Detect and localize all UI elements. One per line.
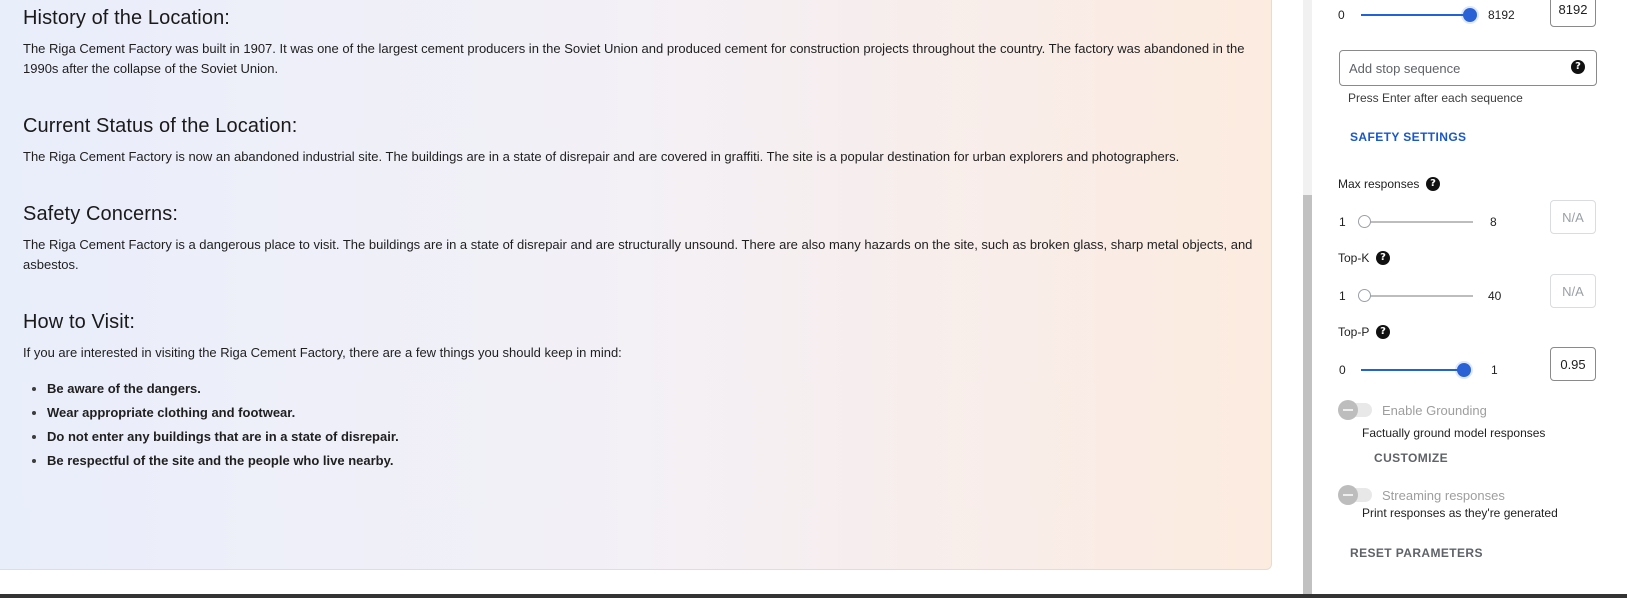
output-length-slider-thumb[interactable] xyxy=(1463,8,1477,22)
top-p-label: Top-P xyxy=(1338,325,1370,339)
top-k-slider-thumb[interactable] xyxy=(1358,289,1371,302)
max-responses-min: 1 xyxy=(1339,215,1346,229)
max-responses-value-box[interactable]: N/A xyxy=(1550,200,1596,234)
scrollbar-thumb[interactable] xyxy=(1303,195,1312,595)
current-status-text: The Riga Cement Factory is now an abando… xyxy=(23,149,1180,164)
top-p-slider-fill xyxy=(1361,369,1464,371)
bottom-bar xyxy=(0,594,1627,598)
streaming-toggle-knob[interactable] xyxy=(1338,485,1358,505)
help-icon[interactable]: ? xyxy=(1376,325,1390,339)
max-responses-slider-track[interactable] xyxy=(1361,221,1473,223)
history-section: History of the Location: The Riga Cement… xyxy=(23,7,1253,79)
help-icon[interactable]: ? xyxy=(1376,251,1390,265)
top-k-slider-track[interactable] xyxy=(1361,295,1473,297)
top-p-value-box[interactable]: 0.95 xyxy=(1550,347,1596,381)
current-status-section: Current Status of the Location: The Riga… xyxy=(23,115,1253,167)
list-item: Do not enter any buildings that are in a… xyxy=(23,425,1253,449)
reset-parameters-button[interactable]: RESET PARAMETERS xyxy=(1350,546,1483,560)
help-icon[interactable]: ? xyxy=(1571,60,1585,74)
output-length-slider-fill xyxy=(1361,14,1469,16)
output-length-value-box[interactable]: 8192 xyxy=(1550,0,1596,27)
top-k-label: Top-K xyxy=(1338,251,1370,265)
top-k-value-box[interactable]: N/A xyxy=(1550,274,1596,308)
grounding-toggle-knob[interactable] xyxy=(1338,400,1358,420)
grounding-description: Factually ground model responses xyxy=(1362,426,1546,440)
how-to-visit-text: If you are interested in visiting the Ri… xyxy=(23,345,622,360)
safety-concerns-section: Safety Concerns: The Riga Cement Factory… xyxy=(23,203,1253,275)
grounding-label: Enable Grounding xyxy=(1382,403,1487,418)
list-item: Wear appropriate clothing and footwear. xyxy=(23,401,1253,425)
list-item: Be respectful of the site and the people… xyxy=(23,449,1253,473)
current-status-heading: Current Status of the Location: xyxy=(23,115,298,137)
list-item: Be aware of the dangers. xyxy=(23,377,1253,401)
customize-button[interactable]: CUSTOMIZE xyxy=(1374,451,1448,465)
top-p-slider-thumb[interactable] xyxy=(1457,363,1471,377)
top-k-max: 40 xyxy=(1488,289,1502,303)
help-icon[interactable]: ? xyxy=(1426,177,1440,191)
streaming-description: Print responses as they're generated xyxy=(1362,506,1558,520)
safety-concerns-heading: Safety Concerns: xyxy=(23,203,179,225)
stop-sequence-input[interactable] xyxy=(1339,50,1597,86)
history-text: The Riga Cement Factory was built in 190… xyxy=(23,41,1245,76)
max-responses-label: Max responses xyxy=(1338,177,1420,191)
safety-concerns-text: The Riga Cement Factory is a dangerous p… xyxy=(23,237,1253,272)
streaming-label: Streaming responses xyxy=(1382,488,1505,503)
stop-sequence-hint: Press Enter after each sequence xyxy=(1348,91,1523,105)
top-k-min: 1 xyxy=(1339,289,1346,303)
history-heading: History of the Location: xyxy=(23,7,230,29)
top-p-max: 1 xyxy=(1491,363,1498,377)
how-to-visit-section: How to Visit: If you are interested in v… xyxy=(23,311,1253,473)
safety-settings-button[interactable]: SAFETY SETTINGS xyxy=(1350,130,1466,144)
max-responses-max: 8 xyxy=(1490,215,1497,229)
output-length-min: 0 xyxy=(1338,8,1345,22)
output-length-max: 8192 xyxy=(1488,8,1515,22)
response-content-card: History of the Location: The Riga Cement… xyxy=(0,0,1272,570)
visit-tips-list: Be aware of the dangers. Wear appropriat… xyxy=(23,377,1253,473)
max-responses-slider-thumb[interactable] xyxy=(1358,215,1371,228)
top-p-min: 0 xyxy=(1339,363,1346,377)
how-to-visit-heading: How to Visit: xyxy=(23,311,136,333)
